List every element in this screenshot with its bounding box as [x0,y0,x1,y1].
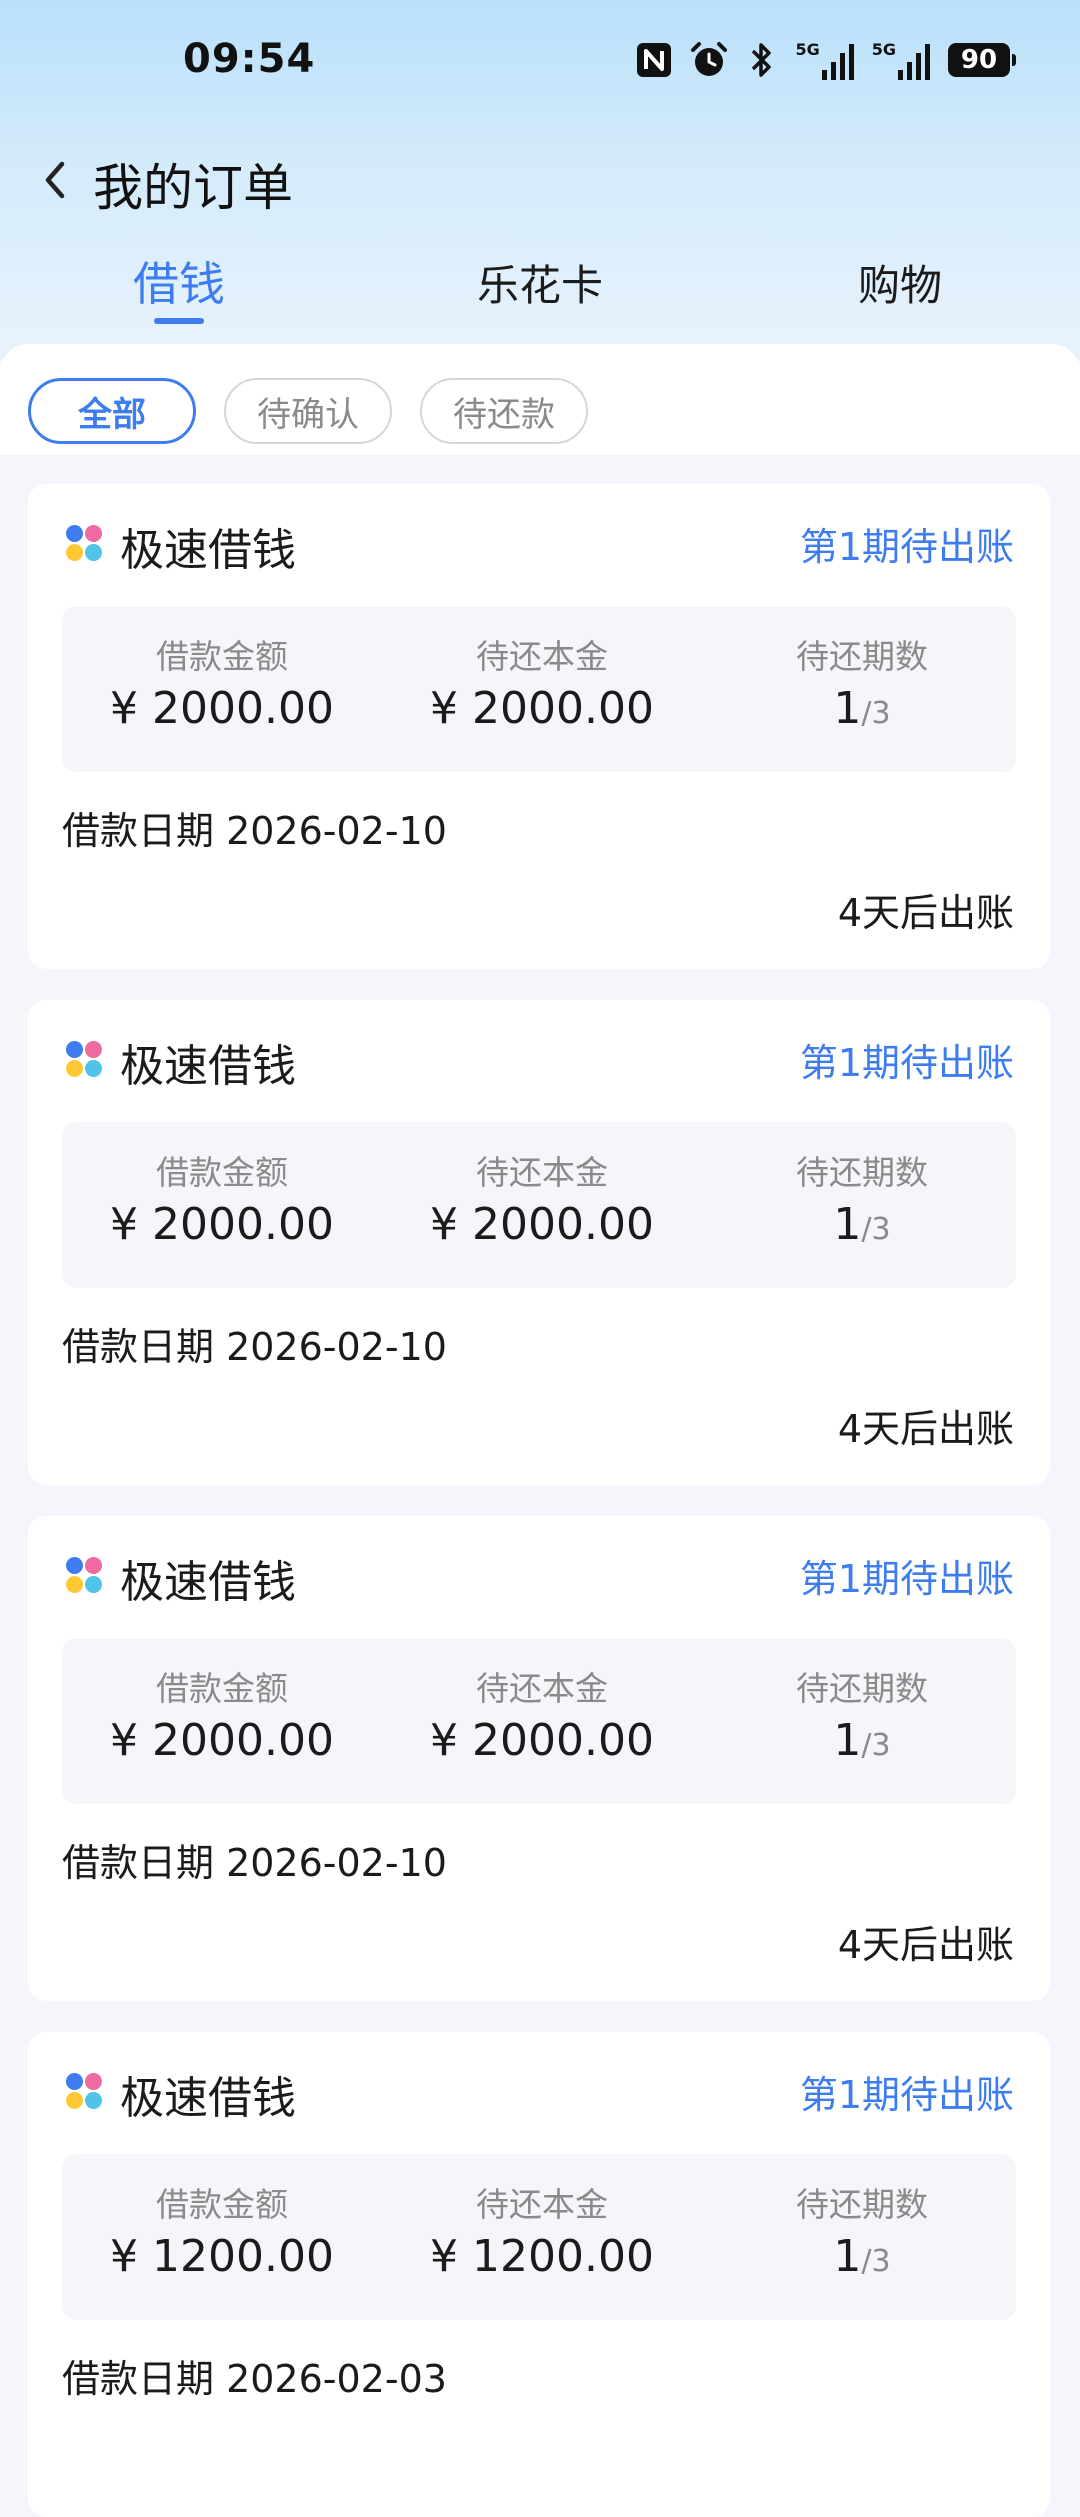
periods-label: 待还期数 [796,1153,928,1192]
principal-value: ¥ 2000.00 [430,1715,654,1766]
alarm-icon [691,42,728,76]
period-total: /3 [861,1728,891,1763]
amount-summary: 借款金额 ¥ 1200.00 待还本金 ¥ 1200.00 待还期数 1/3 [62,2154,1016,2320]
product-name: 极速借钱 [120,1557,296,1608]
principal-label: 待还本金 [476,637,608,676]
category-tabs: 借钱 乐花卡 购物 [0,248,1080,328]
principal-column: 待还本金 ¥ 2000.00 [382,636,702,736]
loan-amount-value: ¥ 2000.00 [110,1715,334,1766]
order-status: 第1期待出账 [799,1557,1014,1601]
order-status: 第1期待出账 [799,1041,1014,1085]
loan-amount-column: 借款金额 ¥ 2000.00 [62,1668,382,1768]
status-bar: 09:54 5G 5G 90 [0,0,1080,120]
loan-amount-value: ¥ 1200.00 [110,2231,334,2282]
periods-value: 1/3 [702,1714,1022,1773]
principal-label: 待还本金 [476,1669,608,1708]
app-logo-icon [66,2073,102,2109]
amount-summary: 借款金额 ¥ 2000.00 待还本金 ¥ 2000.00 待还期数 1/3 [62,606,1016,772]
period-current: 1 [833,1199,862,1250]
nav-bar: 我的订单 [0,130,1080,230]
loan-amount-label: 借款金额 [156,1669,288,1708]
app-logo-icon [66,525,102,561]
principal-value: ¥ 2000.00 [430,683,654,734]
loan-amount-value: ¥ 2000.00 [110,1199,334,1250]
app-logo-icon [66,1041,102,1077]
filter-bar: 全部 待确认 待还款 [0,344,1080,454]
loan-date: 借款日期 2026-02-10 [62,1841,447,1885]
principal-column: 待还本金 ¥ 2000.00 [382,1668,702,1768]
principal-label: 待还本金 [476,2185,608,2224]
principal-value: ¥ 1200.00 [430,2231,654,2282]
periods-value: 1/3 [702,682,1022,741]
nfc-icon [637,43,672,77]
status-icons: 5G 5G 90 [635,36,1016,84]
loan-amount-column: 借款金额 ¥ 2000.00 [62,636,382,736]
loan-amount-label: 借款金额 [156,1153,288,1192]
loan-amount-column: 借款金额 ¥ 1200.00 [62,2184,382,2284]
order-card[interactable]: 极速借钱 第1期待出账 借款金额 ¥ 2000.00 待还本金 ¥ 2000.0… [28,1516,1050,2001]
principal-column: 待还本金 ¥ 1200.00 [382,2184,702,2284]
amount-summary: 借款金额 ¥ 2000.00 待还本金 ¥ 2000.00 待还期数 1/3 [62,1122,1016,1288]
tab-borrow[interactable]: 借钱 [29,248,329,314]
loan-amount-column: 借款金额 ¥ 2000.00 [62,1152,382,1252]
period-current: 1 [833,1715,862,1766]
principal-column: 待还本金 ¥ 2000.00 [382,1152,702,1252]
battery-icon: 90 [948,43,1016,77]
period-current: 1 [833,2231,862,2282]
loan-date: 借款日期 2026-02-03 [62,2357,447,2401]
periods-column: 待还期数 1/3 [702,2184,1022,2289]
product-name: 极速借钱 [120,525,296,576]
tab-shopping[interactable]: 购物 [750,252,1050,313]
periods-column: 待还期数 1/3 [702,636,1022,741]
period-total: /3 [861,1212,891,1247]
bluetooth-icon [752,43,772,77]
periods-value: 1/3 [702,1198,1022,1257]
filter-pending-confirm[interactable]: 待确认 [224,378,392,444]
chevron-left-icon[interactable] [34,152,78,208]
loan-date: 借款日期 2026-02-10 [62,809,447,853]
product-name: 极速借钱 [120,2073,296,2124]
period-total: /3 [861,2244,891,2279]
periods-label: 待还期数 [796,2185,928,2224]
order-card[interactable]: 极速借钱 第1期待出账 借款金额 ¥ 2000.00 待还本金 ¥ 2000.0… [28,1000,1050,1485]
order-status: 第1期待出账 [799,2073,1014,2117]
filter-all[interactable]: 全部 [28,378,196,444]
filter-pending-repay[interactable]: 待还款 [420,378,588,444]
periods-label: 待还期数 [796,1669,928,1708]
loan-amount-label: 借款金额 [156,2185,288,2224]
order-status: 第1期待出账 [799,525,1014,569]
loan-amount-value: ¥ 2000.00 [110,683,334,734]
period-total: /3 [861,696,891,731]
periods-label: 待还期数 [796,637,928,676]
periods-column: 待还期数 1/3 [702,1152,1022,1257]
bill-due-text: 4天后出账 [837,891,1014,935]
amount-summary: 借款金额 ¥ 2000.00 待还本金 ¥ 2000.00 待还期数 1/3 [62,1638,1016,1804]
order-card[interactable]: 极速借钱 第1期待出账 借款金额 ¥ 2000.00 待还本金 ¥ 2000.0… [28,484,1050,969]
status-time: 09:54 [183,36,316,82]
bill-due-text: 4天后出账 [837,1407,1014,1451]
loan-amount-label: 借款金额 [156,637,288,676]
bill-due-text: 4天后出账 [837,1923,1014,1967]
page-title: 我的订单 [93,159,293,217]
loan-date: 借款日期 2026-02-10 [62,1325,447,1369]
order-card[interactable]: 极速借钱 第1期待出账 借款金额 ¥ 1200.00 待还本金 ¥ 1200.0… [28,2032,1050,2517]
period-current: 1 [833,683,862,734]
app-logo-icon [66,1557,102,1593]
signal-5g-icon: 5G [872,40,932,80]
tab-lehua-card[interactable]: 乐花卡 [390,252,690,313]
signal-5g-icon: 5G [795,40,855,80]
periods-value: 1/3 [702,2230,1022,2289]
tab-active-indicator [154,318,204,324]
periods-column: 待还期数 1/3 [702,1668,1022,1773]
product-name: 极速借钱 [120,1041,296,1092]
principal-value: ¥ 2000.00 [430,1199,654,1250]
principal-label: 待还本金 [476,1153,608,1192]
